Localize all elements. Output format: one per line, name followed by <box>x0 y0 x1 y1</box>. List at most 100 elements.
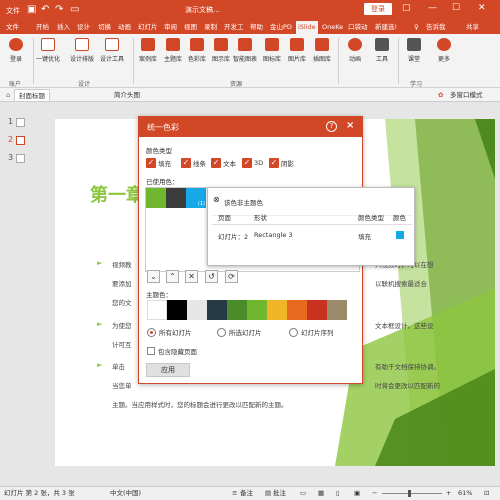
close-icon[interactable]: ✕ <box>185 270 198 283</box>
used-color-swatch[interactable] <box>146 188 166 208</box>
row-shape[interactable]: Rectangle 3 <box>254 231 293 239</box>
tab-new[interactable]: 新建选! <box>373 22 399 32</box>
tab-file[interactable]: 文件 <box>4 22 21 32</box>
tell-me-icon[interactable]: ♀ <box>412 22 421 32</box>
apply-button[interactable]: 应用 <box>146 363 190 377</box>
theme-color-swatch[interactable] <box>287 300 307 320</box>
tab-view[interactable]: 视图 <box>182 22 199 32</box>
zoom-slider[interactable] <box>382 493 442 494</box>
reading-view-icon[interactable]: ▯ <box>336 487 340 500</box>
home-icon[interactable]: ⌂ <box>2 89 14 101</box>
case-library-button[interactable]: 案例库 <box>136 37 160 63</box>
tools-button[interactable]: 工具 <box>370 37 394 63</box>
illustration-library-button[interactable]: 插图库 <box>310 37 334 63</box>
zoom-level[interactable]: 61% <box>458 487 472 500</box>
tab-review[interactable]: 审阅 <box>162 22 179 32</box>
tab-developer[interactable]: 开发工 <box>222 22 246 32</box>
checkbox-include-hidden[interactable]: 包含隐藏页面 <box>147 346 197 356</box>
tab-jinshan[interactable]: 金山PD <box>268 22 294 32</box>
view-mode[interactable]: 多窗口模式 <box>446 89 487 101</box>
used-color-swatch[interactable] <box>166 188 186 208</box>
chevron-down-icon[interactable]: ⌄ <box>147 270 160 283</box>
tab-islide[interactable]: iSlide <box>296 21 318 34</box>
radio-slide-sequence[interactable]: 幻灯片序列 <box>289 327 334 337</box>
design-layout-button[interactable]: 设计排版 <box>70 37 94 63</box>
login-button[interactable]: 登录 <box>364 3 392 15</box>
row-page[interactable]: 幻灯片：2 <box>218 231 248 241</box>
theme-library-button[interactable]: 主题库 <box>161 37 185 63</box>
theme-color-swatch[interactable] <box>307 300 327 320</box>
tab-slideshow[interactable]: 幻灯片 <box>136 22 160 32</box>
theme-color-swatch[interactable] <box>167 300 187 320</box>
thumbnail-slide-1[interactable] <box>16 118 25 127</box>
maximize-icon[interactable]: ☐ <box>452 3 460 13</box>
checkbox-line[interactable]: ✓ 线条 <box>181 158 206 168</box>
notes-button[interactable]: 备注 <box>240 487 253 500</box>
login-ribbon-button[interactable]: 登录 <box>4 37 28 63</box>
tab-animations[interactable]: 动画 <box>116 22 133 32</box>
help-icon[interactable]: ? <box>326 121 337 132</box>
doc-tab-intro[interactable]: 简介头图 <box>110 89 144 101</box>
theme-color-swatch[interactable] <box>187 300 207 320</box>
undo-icon[interactable]: ↶ <box>41 3 49 16</box>
theme-color-swatch[interactable] <box>327 300 347 320</box>
classroom-button[interactable]: 课堂 <box>402 37 426 63</box>
comments-button[interactable]: 批注 <box>273 487 286 500</box>
tell-me[interactable]: 告诉我 <box>424 22 448 32</box>
save-icon[interactable]: ▣ <box>27 3 36 16</box>
diagram-library-button[interactable]: 图示库 <box>209 37 233 63</box>
check-icon: ✓ <box>181 158 191 168</box>
tab-pocket-animation[interactable]: 口袋动 <box>346 22 370 32</box>
fit-to-window-icon[interactable]: ⊡ <box>484 487 489 500</box>
sorter-view-icon[interactable]: ▦ <box>318 487 324 500</box>
language[interactable]: 中文(中国) <box>110 487 141 500</box>
color-library-button[interactable]: 色彩库 <box>185 37 209 63</box>
tab-record[interactable]: 录制 <box>202 22 219 32</box>
theme-color-swatch[interactable] <box>207 300 227 320</box>
zoom-in-icon[interactable]: + <box>446 487 451 500</box>
thumbnail-slide-3[interactable] <box>16 154 25 163</box>
doc-tab-cover[interactable]: 封面标题 <box>14 89 50 101</box>
slideshow-view-icon[interactable]: ▣ <box>354 487 360 500</box>
close-icon[interactable]: ✕ <box>478 3 486 13</box>
tab-home[interactable]: 开始 <box>34 22 51 32</box>
animation-button[interactable]: 动画 <box>343 37 367 63</box>
one-click-optimize-button[interactable]: 一键优化 <box>36 37 60 63</box>
undo-icon[interactable]: ↺ <box>205 270 218 283</box>
theme-color-swatch[interactable] <box>247 300 267 320</box>
radio-selected-slides[interactable]: 所选幻灯片 <box>217 327 262 337</box>
zoom-out-icon[interactable]: − <box>372 487 377 500</box>
theme-color-swatch[interactable] <box>227 300 247 320</box>
tab-help[interactable]: 帮助 <box>248 22 265 32</box>
image-library-button[interactable]: 图片库 <box>285 37 309 63</box>
tab-design[interactable]: 设计 <box>75 22 92 32</box>
theme-color-swatch[interactable] <box>267 300 287 320</box>
close-icon[interactable]: × <box>346 120 354 131</box>
comments-icon[interactable]: ▤ <box>265 487 271 500</box>
normal-view-icon[interactable]: ▭ <box>300 487 306 500</box>
checkbox-shadow[interactable]: ✓ 阴影 <box>269 158 294 168</box>
refresh-icon[interactable]: ⟳ <box>225 270 238 283</box>
minimize-icon[interactable]: — <box>428 3 437 13</box>
tab-transitions[interactable]: 切换 <box>96 22 113 32</box>
tab-insert[interactable]: 插入 <box>55 22 72 32</box>
thumbnail-slide-2[interactable] <box>16 136 25 145</box>
close-circle-icon[interactable]: ⊗ <box>213 195 220 204</box>
notes-icon[interactable]: ≡ <box>232 487 237 500</box>
slideshow-icon[interactable]: ▭ <box>70 3 79 16</box>
share-button[interactable]: 共享 <box>464 22 481 32</box>
redo-icon[interactable]: ↷ <box>55 3 63 16</box>
checkbox-fill[interactable]: ✓ 填充 <box>146 158 171 168</box>
theme-color-swatch[interactable] <box>147 300 167 320</box>
restore-icon[interactable]: ▢ <box>402 3 411 13</box>
icon-library-button[interactable]: 图标库 <box>260 37 284 63</box>
more-button[interactable]: 更多 <box>432 37 456 63</box>
radio-all-slides[interactable]: 所有幻灯片 <box>147 327 192 337</box>
checkbox-text[interactable]: ✓ 文本 <box>211 158 236 168</box>
zoom-slider-thumb[interactable] <box>408 490 411 497</box>
checkbox-3d[interactable]: ✓ 3D <box>242 158 263 168</box>
design-tools-button[interactable]: 设计工具 <box>100 37 124 63</box>
chevron-up-icon[interactable]: ⌃ <box>166 270 179 283</box>
tab-oneke[interactable]: OneKe <box>320 22 345 32</box>
smart-chart-button[interactable]: 智能图表 <box>233 37 257 63</box>
